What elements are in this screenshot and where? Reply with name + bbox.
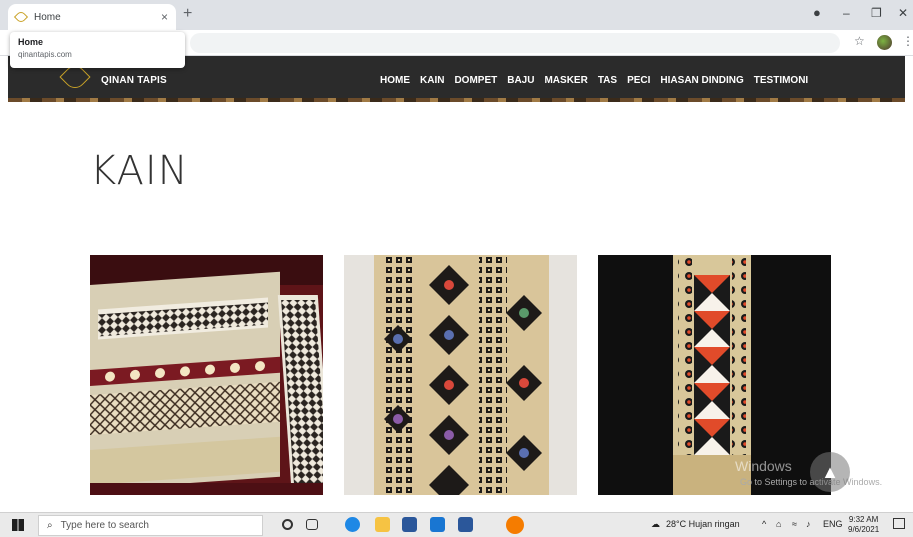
browser-tab-bar: Home × + ● – ❐ ✕ bbox=[0, 0, 913, 30]
nav-masker[interactable]: MASKER bbox=[544, 75, 587, 86]
chevron-up-icon: ▲ bbox=[821, 461, 839, 482]
nav-home[interactable]: HOME bbox=[380, 75, 410, 86]
tray-chevron-icon[interactable]: ^ bbox=[762, 519, 766, 529]
notification-icon[interactable] bbox=[893, 518, 905, 529]
weather-icon: ☁ bbox=[651, 519, 660, 529]
nav-hiasan-dinding[interactable]: HIASAN DINDING bbox=[660, 75, 743, 86]
taskbar-search-box[interactable]: ⌕ Type here to search bbox=[38, 515, 263, 536]
wifi-icon[interactable]: ≈ bbox=[792, 519, 797, 529]
main-nav: HOME KAIN DOMPET BAJU MASKER TAS PECI HI… bbox=[380, 75, 818, 86]
nav-peci[interactable]: PECI bbox=[627, 75, 650, 86]
new-tab-button[interactable]: + bbox=[183, 5, 192, 23]
activate-windows-watermark: Windows bbox=[735, 458, 792, 474]
file-explorer-icon[interactable] bbox=[375, 517, 390, 532]
brand-name[interactable]: QINAN TAPIS bbox=[101, 75, 167, 86]
weather-text[interactable]: 28°C Hujan ringan bbox=[666, 519, 740, 529]
profile-circle-icon[interactable]: ● bbox=[813, 5, 821, 20]
clock-time: 9:32 AM bbox=[848, 515, 879, 524]
edge-icon[interactable] bbox=[345, 517, 360, 532]
taskbar-search-placeholder: Type here to search bbox=[60, 520, 149, 531]
cortana-icon[interactable] bbox=[282, 519, 293, 530]
nav-dompet[interactable]: DOMPET bbox=[454, 75, 497, 86]
search-icon: ⌕ bbox=[47, 520, 53, 531]
scroll-to-top-button[interactable]: ▲ bbox=[810, 452, 850, 492]
nav-baju[interactable]: BAJU bbox=[507, 75, 534, 86]
windows-taskbar: ⌕ Type here to search ☁ 28°C Hujan ringa… bbox=[0, 512, 913, 537]
decorative-banner-strip bbox=[8, 98, 905, 102]
nav-kain[interactable]: KAIN bbox=[420, 75, 444, 86]
chrome-icon[interactable] bbox=[506, 516, 524, 534]
store-icon[interactable] bbox=[402, 517, 417, 532]
leaf-favicon-icon bbox=[13, 9, 29, 25]
browser-tab-home[interactable]: Home × bbox=[8, 4, 176, 30]
profile-avatar[interactable] bbox=[877, 35, 892, 50]
tab-hover-card: Home qinantapis.com bbox=[10, 32, 185, 68]
language-indicator[interactable]: ENG bbox=[823, 519, 843, 529]
nav-testimoni[interactable]: TESTIMONI bbox=[754, 75, 808, 86]
clock-date: 9/6/2021 bbox=[848, 525, 880, 534]
hover-card-url: qinantapis.com bbox=[18, 50, 72, 59]
page-title: KAIN bbox=[90, 148, 189, 194]
product-image-tapis-1[interactable] bbox=[90, 255, 323, 495]
bookmark-star-icon[interactable]: ☆ bbox=[854, 34, 865, 48]
word-icon[interactable] bbox=[458, 517, 473, 532]
windows-start-icon[interactable] bbox=[12, 519, 24, 531]
tab-close-icon[interactable]: × bbox=[161, 10, 168, 24]
task-view-icon[interactable] bbox=[306, 519, 318, 530]
volume-icon[interactable]: ♪ bbox=[806, 519, 811, 529]
minimize-button[interactable]: – bbox=[843, 6, 850, 20]
close-window-button[interactable]: ✕ bbox=[898, 6, 908, 20]
tab-title: Home bbox=[34, 11, 61, 23]
restore-button[interactable]: ❐ bbox=[871, 6, 882, 20]
system-clock[interactable]: 9:32 AM 9/6/2021 bbox=[848, 515, 879, 535]
hover-card-title: Home bbox=[18, 37, 44, 47]
address-bar[interactable] bbox=[190, 33, 840, 53]
product-image-tapis-2[interactable] bbox=[344, 255, 577, 495]
nav-tas[interactable]: TAS bbox=[598, 75, 617, 86]
product-image-tapis-3[interactable] bbox=[598, 255, 831, 495]
browser-menu-icon[interactable]: ⋮ bbox=[902, 34, 913, 48]
network-icon[interactable]: ⌂ bbox=[776, 519, 781, 529]
mail-icon[interactable] bbox=[430, 517, 445, 532]
